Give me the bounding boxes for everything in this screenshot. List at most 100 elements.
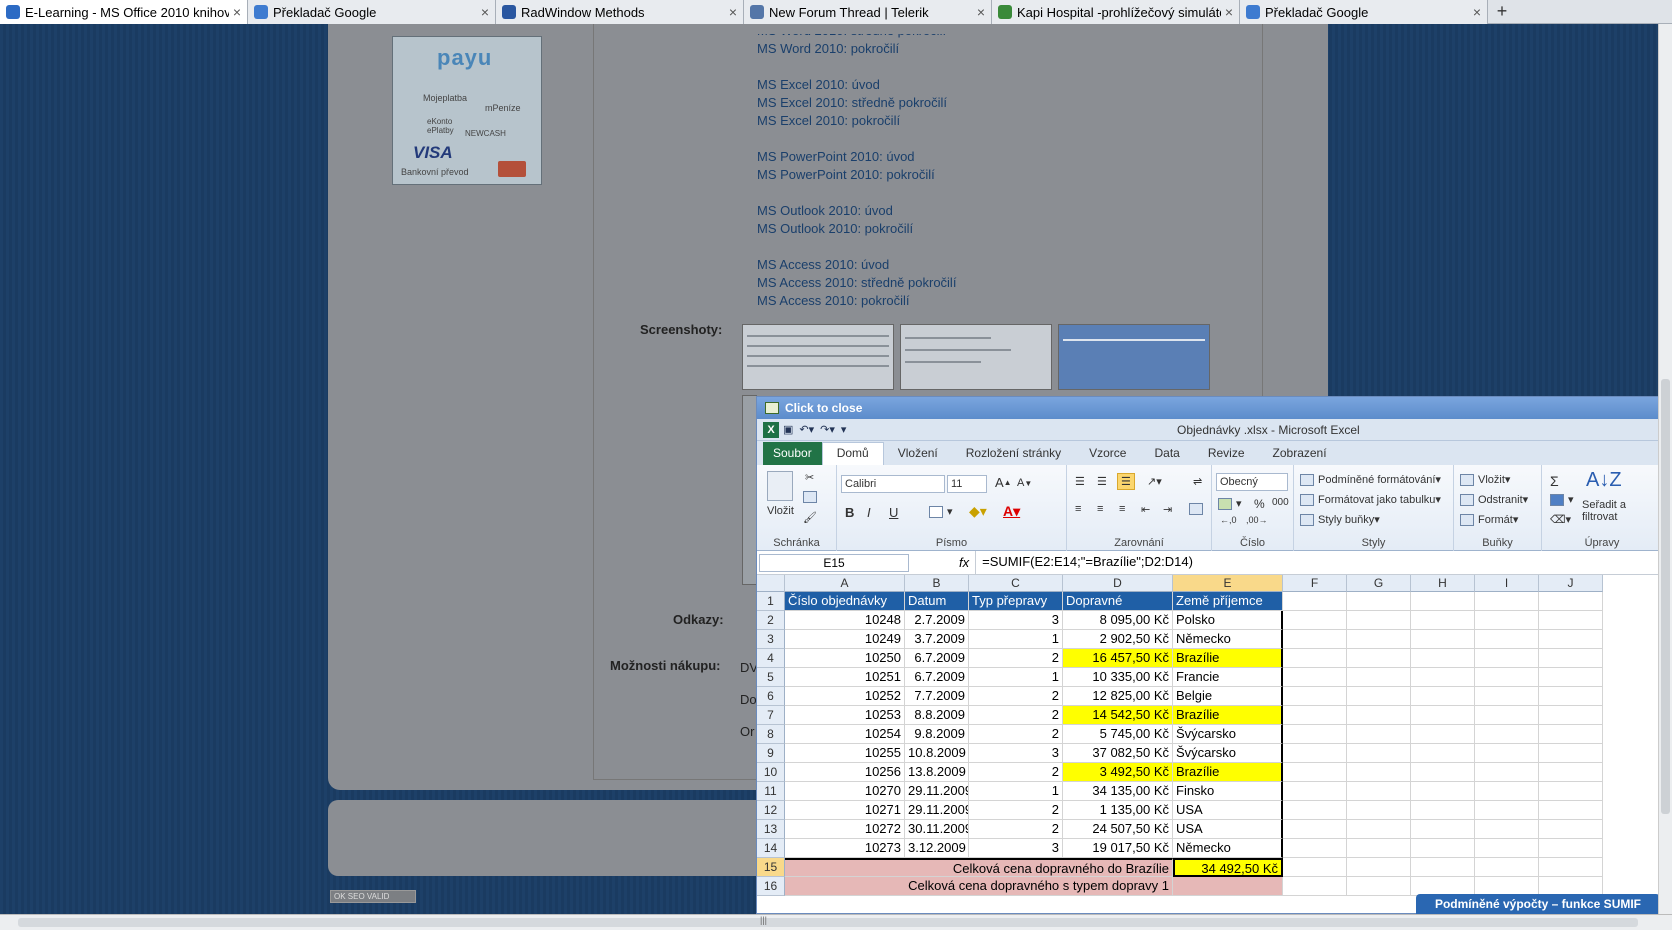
browser-tab[interactable]: New Forum Thread | Telerik × xyxy=(744,0,992,24)
cell[interactable] xyxy=(1347,858,1411,877)
cell[interactable]: Země příjemce xyxy=(1173,592,1283,611)
cell[interactable] xyxy=(1475,592,1539,611)
formula-input[interactable]: =SUMIF(E2:E14;"=Brazílie";D2:D14) xyxy=(975,551,1659,574)
cell[interactable] xyxy=(1411,592,1475,611)
excel-app-icon[interactable]: X xyxy=(763,421,779,438)
cell[interactable]: 2 xyxy=(969,820,1063,839)
cell[interactable]: 2 xyxy=(969,687,1063,706)
cell[interactable] xyxy=(1283,725,1347,744)
cell[interactable] xyxy=(1539,858,1603,877)
ribbon-tab[interactable]: Soubor xyxy=(763,442,822,465)
cell[interactable] xyxy=(1539,839,1603,858)
cell[interactable]: Celková cena dopravného do Brazílie xyxy=(785,858,1173,877)
cell[interactable]: 10272 xyxy=(785,820,905,839)
underline-button[interactable]: U xyxy=(889,505,898,520)
cell[interactable] xyxy=(1475,630,1539,649)
tab-close-icon[interactable]: × xyxy=(1473,4,1481,20)
cell[interactable] xyxy=(1347,839,1411,858)
cell[interactable]: 3.7.2009 xyxy=(905,630,969,649)
cell-styles-button[interactable]: Styly buňky ▾ xyxy=(1300,513,1380,526)
cell[interactable] xyxy=(1411,763,1475,782)
number-format-select[interactable]: Obecný xyxy=(1216,473,1288,491)
cell[interactable] xyxy=(1283,820,1347,839)
cell[interactable]: 6.7.2009 xyxy=(905,649,969,668)
row-header[interactable]: 15 xyxy=(757,858,785,877)
row-header[interactable]: 8 xyxy=(757,725,785,744)
cell[interactable] xyxy=(1283,649,1347,668)
sort-filter-label[interactable]: Seřadit a filtrovat xyxy=(1582,499,1634,523)
cell[interactable] xyxy=(1539,668,1603,687)
row-header[interactable]: 7 xyxy=(757,706,785,725)
cell[interactable] xyxy=(1283,668,1347,687)
course-link[interactable]: MS PowerPoint 2010: úvod xyxy=(757,148,915,166)
decrease-decimal-icon[interactable]: ,00→ xyxy=(1246,515,1268,525)
cell[interactable]: 7.7.2009 xyxy=(905,687,969,706)
merge-center-icon[interactable] xyxy=(1189,503,1207,515)
grow-font-icon[interactable]: A ▲ xyxy=(995,475,1012,490)
insert-cells-button[interactable]: Vložit ▾ xyxy=(1460,473,1510,486)
cell[interactable] xyxy=(1411,839,1475,858)
cell[interactable]: 37 082,50 Kč xyxy=(1063,744,1173,763)
vertical-scrollbar[interactable] xyxy=(1658,24,1672,914)
course-link[interactable]: MS Word 2010: pokročilí xyxy=(757,40,899,58)
cell[interactable]: 2 xyxy=(969,801,1063,820)
cell[interactable]: Brazílie xyxy=(1173,649,1283,668)
cell[interactable]: 10270 xyxy=(785,782,905,801)
percent-button[interactable]: % xyxy=(1254,497,1265,511)
row-header[interactable]: 11 xyxy=(757,782,785,801)
fill-color-icon[interactable]: ◆▾ xyxy=(969,503,987,520)
ribbon-tab[interactable]: Vzorce xyxy=(1075,443,1140,465)
save-icon[interactable]: ▣ xyxy=(783,423,793,436)
cell[interactable]: 2 xyxy=(969,725,1063,744)
cell[interactable]: Polsko xyxy=(1173,611,1283,630)
seo-valid-badge[interactable]: OK SEO VALID xyxy=(330,890,416,903)
course-link[interactable]: MS Excel 2010: středně pokročilí xyxy=(757,94,947,112)
cell[interactable]: 2 xyxy=(969,706,1063,725)
cell[interactable]: 16 457,50 Kč xyxy=(1063,649,1173,668)
cell[interactable]: 10271 xyxy=(785,801,905,820)
ribbon-tab[interactable]: Revize xyxy=(1194,443,1259,465)
excel-screenshot-popup[interactable]: Click to close X ▣ ↶▾ ↷▾ ▾ Objednávky .x… xyxy=(756,396,1660,914)
cell[interactable] xyxy=(1283,630,1347,649)
delete-cells-button[interactable]: Odstranit ▾ xyxy=(1460,493,1528,506)
ribbon-tab[interactable]: Data xyxy=(1140,443,1193,465)
cell[interactable]: 2 xyxy=(969,763,1063,782)
cell[interactable]: 3 xyxy=(969,744,1063,763)
font-size-select[interactable]: 11 xyxy=(947,475,987,493)
cell[interactable]: 30.11.2009 xyxy=(905,820,969,839)
decrease-indent-icon[interactable]: ⇤ xyxy=(1141,503,1150,516)
cell[interactable] xyxy=(1411,725,1475,744)
cell[interactable] xyxy=(1539,763,1603,782)
scroll-thumb[interactable] xyxy=(18,918,1638,927)
cell[interactable]: Celková cena dopravného s typem dopravy … xyxy=(785,877,1173,896)
align-center-icon[interactable]: ≡ xyxy=(1097,503,1103,515)
browser-tab[interactable]: Překladač Google × xyxy=(248,0,496,24)
course-link[interactable]: MS Access 2010: pokročilí xyxy=(757,292,909,310)
cell[interactable] xyxy=(1347,630,1411,649)
cell[interactable]: Švýcarsko xyxy=(1173,725,1283,744)
cell[interactable] xyxy=(1283,801,1347,820)
cell[interactable] xyxy=(1475,725,1539,744)
select-all-corner[interactable] xyxy=(757,575,785,592)
cell[interactable] xyxy=(1347,820,1411,839)
cell[interactable]: Brazílie xyxy=(1173,706,1283,725)
undo-icon[interactable]: ↶▾ xyxy=(799,423,814,436)
cell[interactable] xyxy=(1347,744,1411,763)
column-header[interactable]: A xyxy=(785,575,905,592)
cell[interactable] xyxy=(1475,839,1539,858)
cell[interactable]: 34 135,00 Kč xyxy=(1063,782,1173,801)
name-box[interactable]: E15 xyxy=(759,553,909,572)
ribbon-tab[interactable]: Zobrazení xyxy=(1259,443,1341,465)
cell[interactable] xyxy=(1283,592,1347,611)
cell[interactable]: 24 507,50 Kč xyxy=(1063,820,1173,839)
cell[interactable]: Datum xyxy=(905,592,969,611)
cell[interactable]: 2.7.2009 xyxy=(905,611,969,630)
cell[interactable] xyxy=(1283,839,1347,858)
clear-icon[interactable]: ⌫▾ xyxy=(1550,513,1571,526)
insert-function-icon[interactable]: fx xyxy=(959,555,969,570)
row-header[interactable]: 5 xyxy=(757,668,785,687)
cell[interactable]: 19 017,50 Kč xyxy=(1063,839,1173,858)
cell[interactable]: 6.7.2009 xyxy=(905,668,969,687)
cell[interactable]: 1 xyxy=(969,630,1063,649)
screenshot-thumbnail[interactable] xyxy=(900,324,1052,390)
